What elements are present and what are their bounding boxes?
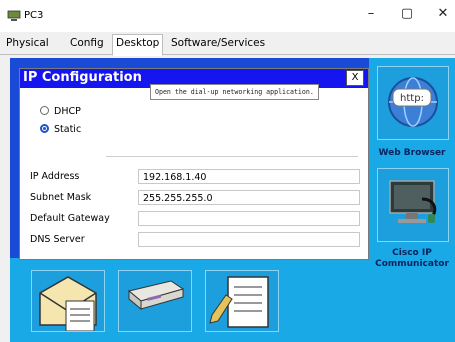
- web-browser-icon: http:: [388, 77, 438, 127]
- tab-config[interactable]: Config: [67, 35, 107, 53]
- static-label: Static: [54, 124, 82, 135]
- window-title: PC3: [24, 10, 44, 21]
- tab-desktop[interactable]: Desktop: [112, 34, 164, 56]
- svg-text:http:: http:: [400, 93, 424, 104]
- text-editor-app[interactable]: [205, 270, 279, 332]
- tab-bar: Physical Config Desktop Software/Service…: [0, 32, 455, 56]
- dhcp-label: DHCP: [54, 106, 81, 117]
- maximize-button[interactable]: ▢: [392, 6, 422, 21]
- ip-communicator-icon: [389, 180, 437, 223]
- dialog-divider: [106, 156, 358, 157]
- tab-software-services[interactable]: Software/Services: [168, 35, 268, 53]
- dns-server-label: DNS Server: [30, 234, 85, 245]
- dialup-tooltip: Open the dial-up networking application.: [150, 84, 319, 100]
- dialog-close-button[interactable]: X: [346, 70, 364, 86]
- pc-app-icon: [7, 10, 21, 21]
- static-radio[interactable]: [40, 124, 49, 133]
- dialog-title: IP Configuration: [23, 70, 142, 85]
- email-icon: [39, 276, 97, 332]
- tab-physical[interactable]: Physical: [3, 35, 52, 53]
- dialer-modem-icon: [127, 280, 185, 311]
- title-bar: PC3 – ▢ ✕: [0, 0, 455, 32]
- dhcp-radio[interactable]: [40, 106, 49, 115]
- ip-address-input[interactable]: 192.168.1.40: [138, 169, 360, 184]
- ip-address-label: IP Address: [30, 171, 80, 182]
- subnet-mask-input[interactable]: 255.255.255.0: [138, 190, 360, 205]
- static-radio-row[interactable]: Static: [40, 124, 81, 135]
- subnet-mask-label: Subnet Mask: [30, 192, 92, 203]
- default-gateway-label: Default Gateway: [30, 213, 110, 224]
- dhcp-radio-row[interactable]: DHCP: [40, 106, 81, 117]
- minimize-button[interactable]: –: [356, 6, 386, 21]
- email-app[interactable]: [31, 270, 105, 332]
- web-browser-label[interactable]: Web Browser: [369, 148, 455, 158]
- web-browser-app[interactable]: http:: [377, 66, 449, 140]
- cisco-ip-communicator-app[interactable]: [377, 168, 449, 242]
- close-window-button[interactable]: ✕: [428, 6, 455, 21]
- text-editor-icon: [209, 276, 269, 328]
- cisco-ip-communicator-label[interactable]: Cisco IP Communicator: [369, 248, 455, 270]
- pppoe-dialer-app[interactable]: [118, 270, 192, 332]
- dns-server-input[interactable]: [138, 232, 360, 247]
- default-gateway-input[interactable]: [138, 211, 360, 226]
